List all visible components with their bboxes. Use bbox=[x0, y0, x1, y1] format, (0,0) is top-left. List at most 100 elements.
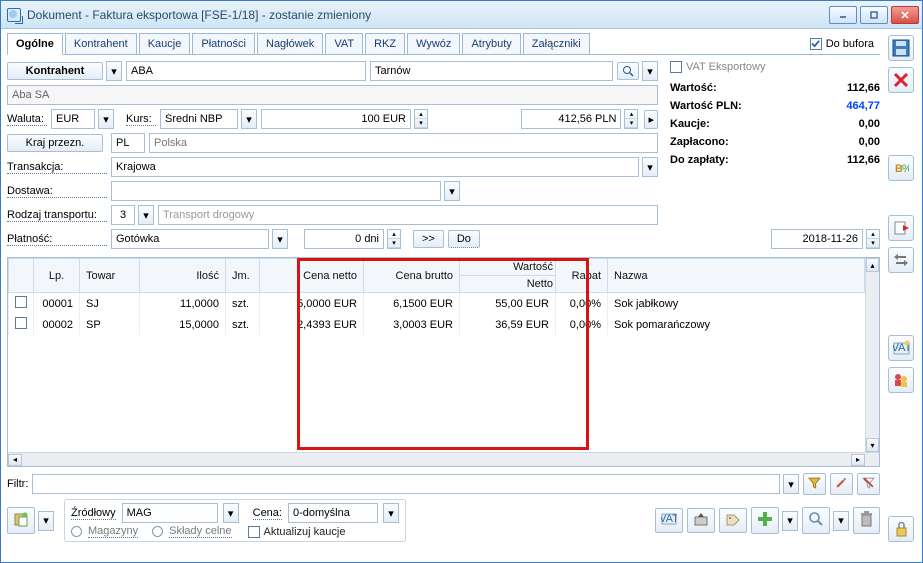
minimize-button[interactable] bbox=[829, 6, 857, 24]
transakcja-input[interactable] bbox=[111, 157, 639, 177]
search-kontrahent-button[interactable] bbox=[617, 62, 639, 80]
sum-zapl-k: Zapłacono: bbox=[670, 136, 729, 148]
kraj-code-input[interactable] bbox=[111, 133, 145, 153]
table-hscroll[interactable]: ◂▸ bbox=[8, 452, 879, 466]
side-lock-button[interactable] bbox=[888, 516, 914, 542]
mag-input[interactable] bbox=[122, 503, 218, 523]
kontrahent-dropdown-icon[interactable]: ▾ bbox=[106, 61, 122, 81]
col-lp[interactable]: Lp. bbox=[34, 259, 80, 293]
view-item-button[interactable] bbox=[802, 507, 830, 534]
sum-doz-v: 112,66 bbox=[847, 154, 880, 166]
transakcja-dropdown[interactable]: ▾ bbox=[642, 157, 658, 177]
magazyny-radio[interactable] bbox=[71, 526, 82, 537]
platnosc-dni-spinner[interactable]: ▴▾ bbox=[387, 229, 401, 249]
vat-tool-button[interactable]: VAT bbox=[655, 508, 683, 533]
save-button[interactable] bbox=[888, 35, 914, 61]
items-table-host: Lp. Towar Ilość Jm. Cena netto Cena brut… bbox=[7, 257, 880, 467]
vat-eksportowy-checkbox[interactable]: VAT Eksportowy bbox=[670, 61, 765, 73]
filtr-dropdown[interactable]: ▾ bbox=[783, 474, 799, 494]
side-vat-button[interactable]: VAT bbox=[888, 335, 914, 361]
platnosc-do-button[interactable]: Do bbox=[448, 230, 480, 248]
vat-eksportowy-label: VAT Eksportowy bbox=[686, 61, 765, 73]
dostawa-input[interactable] bbox=[111, 181, 441, 201]
view-item-dropdown[interactable]: ▾ bbox=[833, 511, 849, 531]
platnosc-date-input[interactable] bbox=[771, 229, 863, 249]
side-export-button[interactable] bbox=[888, 215, 914, 241]
platnosc-fwd-button[interactable]: >> bbox=[413, 230, 444, 248]
tab-atrybuty[interactable]: Atrybuty bbox=[462, 33, 520, 54]
platnosc-dni-input[interactable] bbox=[304, 229, 384, 249]
cena-dropdown[interactable]: ▾ bbox=[383, 503, 399, 523]
tab-naglowek[interactable]: Nagłówek bbox=[257, 33, 323, 54]
kurs-pln-input[interactable] bbox=[521, 109, 621, 129]
tab-kontrahent[interactable]: Kontrahent bbox=[65, 33, 137, 54]
filtr-funnel-button[interactable] bbox=[803, 473, 826, 495]
col-cena-netto[interactable]: Cena netto bbox=[260, 259, 364, 293]
export-button[interactable] bbox=[687, 508, 715, 533]
kurs-type-input[interactable] bbox=[160, 109, 238, 129]
side-users-button[interactable] bbox=[888, 367, 914, 393]
side-swap-button[interactable] bbox=[888, 247, 914, 273]
tag-button[interactable] bbox=[719, 508, 747, 533]
sum-doz-k: Do zapłaty: bbox=[670, 154, 729, 166]
kurs-value-input[interactable] bbox=[261, 109, 411, 129]
aktualizuj-kaucje-checkbox[interactable]: Aktualizuj kaucje bbox=[248, 526, 346, 538]
rodzaj-dropdown[interactable]: ▾ bbox=[138, 205, 154, 225]
col-cena-brutto[interactable]: Cena brutto bbox=[364, 259, 460, 293]
waluta-input[interactable] bbox=[51, 109, 95, 129]
kurs-type-dropdown[interactable]: ▾ bbox=[241, 109, 257, 129]
kraj-name-input bbox=[149, 133, 658, 153]
kraj-button[interactable]: Kraj przezn. bbox=[7, 134, 103, 152]
rodzaj-num-input[interactable] bbox=[111, 205, 135, 225]
row-checkbox[interactable] bbox=[15, 296, 27, 308]
kontrahent-code-input[interactable] bbox=[126, 61, 366, 81]
add-item-button[interactable] bbox=[751, 507, 779, 534]
sklady-radio[interactable] bbox=[152, 526, 163, 537]
svg-text:VAT: VAT bbox=[661, 513, 677, 525]
tab-platnosci[interactable]: Płatności bbox=[192, 33, 255, 54]
tab-vat[interactable]: VAT bbox=[325, 33, 363, 54]
close-button[interactable] bbox=[891, 6, 919, 24]
tab-rkz[interactable]: RKZ bbox=[365, 33, 405, 54]
mag-dropdown[interactable]: ▾ bbox=[223, 503, 239, 523]
platnosc-date-spinner[interactable]: ▴▾ bbox=[866, 229, 880, 249]
side-percent-button[interactable]: B% bbox=[888, 155, 914, 181]
waluta-dropdown[interactable]: ▾ bbox=[98, 109, 114, 129]
maximize-button[interactable] bbox=[860, 6, 888, 24]
tab-kaucje[interactable]: Kaucje bbox=[139, 33, 191, 54]
do-bufora-checkbox[interactable]: Do bufora bbox=[810, 38, 874, 50]
cancel-button[interactable] bbox=[888, 67, 914, 93]
col-rabat[interactable]: Rabat bbox=[556, 259, 608, 293]
kontrahent-city-input[interactable] bbox=[370, 61, 613, 81]
paste-button[interactable] bbox=[7, 507, 35, 534]
kurs-pln-spinner[interactable]: ▴▾ bbox=[624, 109, 638, 129]
kontrahent-button[interactable]: Kontrahent bbox=[7, 62, 103, 80]
add-item-dropdown[interactable]: ▾ bbox=[782, 511, 798, 531]
platnosc-dropdown[interactable]: ▾ bbox=[272, 229, 288, 249]
filtr-input[interactable] bbox=[32, 474, 780, 494]
paste-dropdown[interactable]: ▾ bbox=[38, 511, 54, 531]
tab-zalaczniki[interactable]: Załączniki bbox=[523, 33, 590, 54]
table-row[interactable]: 00001 SJ 11,0000 szt. 5,0000 EUR 6,1500 … bbox=[9, 293, 865, 315]
search-kontrahent-dropdown[interactable]: ▾ bbox=[642, 61, 658, 81]
table-row[interactable]: 00002 SP 15,0000 szt. 2,4393 EUR 3,0003 … bbox=[9, 314, 865, 335]
col-wartosc[interactable]: Wartość Netto bbox=[460, 259, 556, 293]
table-vscroll[interactable]: ▴▾ bbox=[865, 258, 879, 452]
filtr-edit-button[interactable] bbox=[830, 473, 853, 495]
col-ilosc[interactable]: Ilość bbox=[140, 259, 226, 293]
row-checkbox[interactable] bbox=[15, 317, 27, 329]
col-towar[interactable]: Towar bbox=[80, 259, 140, 293]
cena-select[interactable] bbox=[288, 503, 378, 523]
col-nazwa[interactable]: Nazwa bbox=[608, 259, 865, 293]
filtr-clear-button[interactable] bbox=[857, 473, 880, 495]
dostawa-dropdown[interactable]: ▾ bbox=[444, 181, 460, 201]
delete-item-button[interactable] bbox=[853, 507, 880, 534]
kurs-value-spinner[interactable]: ▴▾ bbox=[414, 109, 428, 129]
zrodlowy-label[interactable]: Źródłowy bbox=[71, 507, 116, 520]
kurs-next-button[interactable]: ▸ bbox=[644, 110, 658, 129]
tab-wywoz[interactable]: Wywóz bbox=[407, 33, 460, 54]
col-jm[interactable]: Jm. bbox=[226, 259, 260, 293]
tab-ogolne[interactable]: Ogólne bbox=[7, 33, 63, 55]
magazyny-label: Magazyny bbox=[88, 525, 138, 538]
platnosc-input[interactable] bbox=[111, 229, 269, 249]
